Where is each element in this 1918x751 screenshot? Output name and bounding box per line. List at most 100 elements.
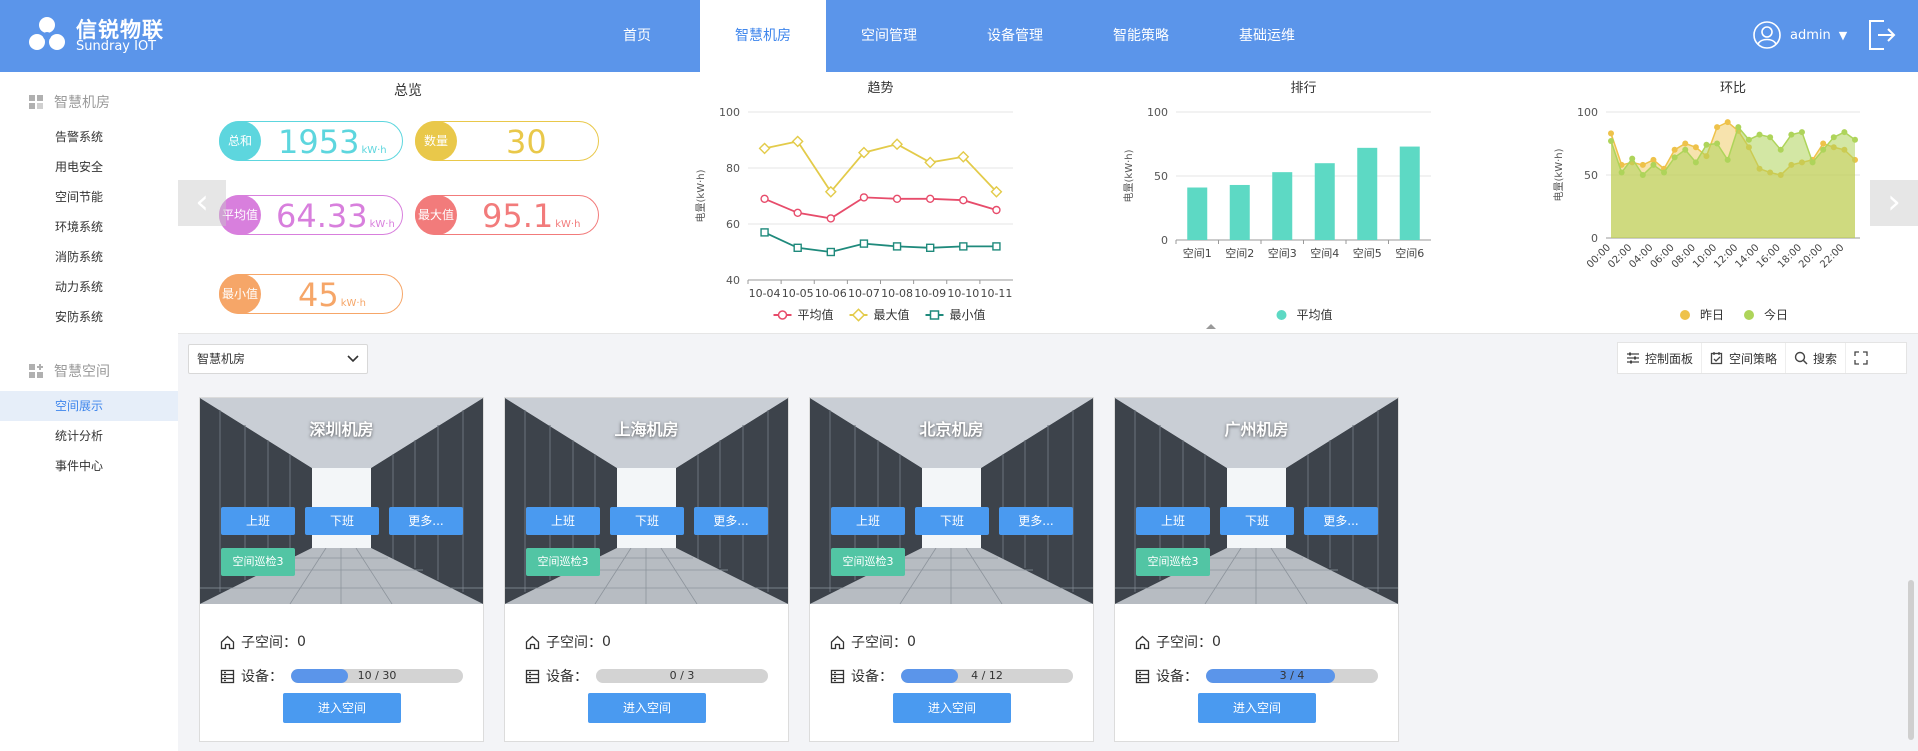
sidebar-item-statistics[interactable]: 统计分析 <box>0 421 178 451</box>
nav-smart-room[interactable]: 智慧机房 <box>700 0 826 72</box>
sidebar-item-security[interactable]: 安防系统 <box>0 302 178 332</box>
search-button[interactable]: 搜索 <box>1786 343 1847 373</box>
room-more-button[interactable]: 更多... <box>389 507 463 535</box>
room-card[interactable]: 上海机房 上班 下班 更多... 空间巡检3 子空间： 0 设备： 0 / 3 … <box>504 397 789 742</box>
room-inspection-tag[interactable]: 空间巡检3 <box>221 548 295 576</box>
page-scrollbar[interactable] <box>1908 580 1914 740</box>
stat-total-value: 1953 <box>278 123 360 161</box>
room-subspace-label: 子空间： <box>241 635 297 651</box>
data-point <box>1661 169 1668 176</box>
nav-ops[interactable]: 基础运维 <box>1204 0 1330 72</box>
room-subspace-label: 子空间： <box>851 635 907 651</box>
room-name: 广州机房 <box>1224 420 1289 439</box>
nav-space-mgmt[interactable]: 空间管理 <box>826 0 952 72</box>
fullscreen-button[interactable] <box>1846 343 1881 373</box>
main-nav: 首页 智慧机房 空间管理 设备管理 智能策略 基础运维 <box>574 0 1330 72</box>
room-inspection-tag[interactable]: 空间巡检3 <box>831 548 905 576</box>
data-point <box>1639 161 1646 168</box>
legend-label: 最小值 <box>950 307 986 322</box>
user-avatar-icon <box>1753 21 1781 49</box>
data-point <box>1820 140 1827 147</box>
space-strategy-button[interactable]: 空间策略 <box>1702 343 1787 373</box>
room-subspace-row: 子空间： 0 <box>525 632 611 652</box>
room-on-duty-button[interactable]: 上班 <box>1136 507 1210 535</box>
sidebar-item-fire[interactable]: 消防系统 <box>0 242 178 272</box>
data-point <box>959 242 968 251</box>
enter-space-button[interactable]: 进入空间 <box>893 693 1011 723</box>
room-off-duty-button[interactable]: 下班 <box>915 507 989 535</box>
room-off-duty-button[interactable]: 下班 <box>305 507 379 535</box>
data-point <box>892 242 902 251</box>
room-on-duty-button[interactable]: 上班 <box>526 507 600 535</box>
sidebar-item-events[interactable]: 事件中心 <box>0 451 178 481</box>
room-on-duty-button[interactable]: 上班 <box>221 507 295 535</box>
enter-space-button[interactable]: 进入空间 <box>588 693 706 723</box>
data-point <box>1724 156 1731 163</box>
sidebar-item-environment[interactable]: 环境系统 <box>0 212 178 242</box>
server-icon <box>830 669 845 683</box>
sidebar-item-power-safety[interactable]: 用电安全 <box>0 152 178 182</box>
grid-plus-icon <box>29 364 43 378</box>
trend-chart: 趋势406080100电量(kW·h)10-04 10-05 10-06 10-07 1… <box>694 80 1013 322</box>
carousel-next-button[interactable]: › <box>1870 180 1918 226</box>
sidebar-item-space-display[interactable]: 空间展示 <box>0 391 178 421</box>
data-point <box>1714 124 1721 131</box>
room-type-select[interactable]: 智慧机房 <box>188 344 368 374</box>
sidebar-section-smart-space[interactable]: 智慧空间 <box>28 361 110 381</box>
logout-icon[interactable] <box>1864 17 1898 53</box>
collapse-up-icon[interactable] <box>1205 322 1217 330</box>
logo-mark-icon <box>29 17 65 50</box>
enter-space-button[interactable]: 进入空间 <box>283 693 401 723</box>
room-on-duty-button[interactable]: 上班 <box>831 507 905 535</box>
sidebar-item-energy[interactable]: 空间节能 <box>0 182 178 212</box>
room-card[interactable]: 北京机房 上班 下班 更多... 空间巡检3 子空间： 0 设备： 4 / 12… <box>809 397 1094 742</box>
data-point <box>1629 155 1636 162</box>
room-name: 上海机房 <box>614 420 679 439</box>
chart-title: 排行 <box>1290 81 1316 96</box>
x-tick-label: 空间6 <box>1395 246 1424 260</box>
carousel-prev-button[interactable]: ‹ <box>178 180 226 226</box>
data-point <box>859 239 869 248</box>
sidebar-section-smart-room[interactable]: 智慧机房 <box>28 92 110 112</box>
bar <box>1399 146 1420 240</box>
sidebar-item-alarm[interactable]: 告警系统 <box>0 122 178 152</box>
device-progress-bar: 3 / 4 <box>1206 669 1378 683</box>
room-subspace-count: 0 <box>907 634 916 650</box>
sidebar-item-power[interactable]: 动力系统 <box>0 272 178 302</box>
room-card[interactable]: 深圳机房 上班 下班 更多... 空间巡检3 子空间： 0 设备： 10 / 3… <box>199 397 484 742</box>
room-subspace-label: 子空间： <box>1156 635 1212 651</box>
y-tick-label: 0 <box>1591 232 1598 245</box>
y-axis-label: 电量(kW·h) <box>1552 148 1565 201</box>
nav-smart-strategy[interactable]: 智能策略 <box>1078 0 1204 72</box>
nav-device-mgmt[interactable]: 设备管理 <box>952 0 1078 72</box>
data-point <box>793 208 802 218</box>
room-more-button[interactable]: 更多... <box>999 507 1073 535</box>
room-card[interactable]: 广州机房 上班 下班 更多... 空间巡检3 子空间： 0 设备： 3 / 4 … <box>1114 397 1399 742</box>
room-more-button[interactable]: 更多... <box>694 507 768 535</box>
data-point <box>1841 129 1848 136</box>
enter-space-button[interactable]: 进入空间 <box>1198 693 1316 723</box>
legend-label: 平均值 <box>1297 307 1333 322</box>
room-off-duty-button[interactable]: 下班 <box>610 507 684 535</box>
brand-logo[interactable]: 信锐物联 Sundray IOT <box>28 14 178 56</box>
device-progress-bar: 10 / 30 <box>291 669 463 683</box>
control-panel-button[interactable]: 控制面板 <box>1618 343 1703 373</box>
room-inspection-tag[interactable]: 空间巡检3 <box>526 548 600 576</box>
stat-total: 总和 1953 kW·h <box>219 121 403 161</box>
room-off-duty-button[interactable]: 下班 <box>1220 507 1294 535</box>
home-icon <box>525 635 540 649</box>
nav-home[interactable]: 首页 <box>574 0 700 72</box>
data-point <box>859 193 869 202</box>
y-tick-label: 100 <box>719 106 740 119</box>
home-icon <box>1135 635 1150 649</box>
user-menu[interactable]: admin ▼ <box>1752 18 1847 52</box>
overview-title: 总览 <box>394 83 422 99</box>
room-more-button[interactable]: 更多... <box>1304 507 1378 535</box>
sliders-icon <box>1627 352 1639 364</box>
view-toolbar: 控制面板 空间策略 搜索 <box>1617 342 1907 374</box>
room-inspection-tag[interactable]: 空间巡检3 <box>1136 548 1210 576</box>
data-point <box>891 138 904 151</box>
data-point <box>1852 136 1858 143</box>
data-point <box>1650 161 1657 168</box>
stat-min-value: 45 <box>298 276 339 314</box>
